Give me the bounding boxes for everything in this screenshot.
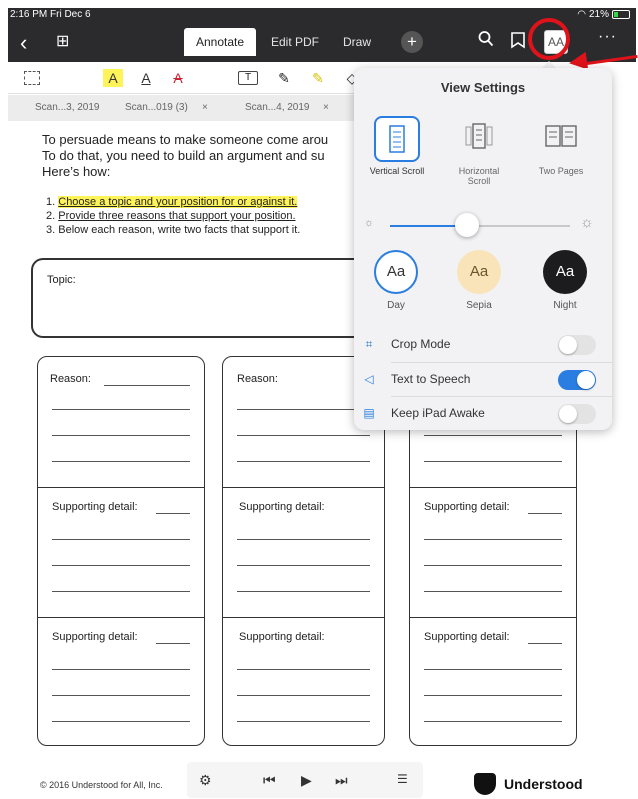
intro-line-1: To persuade means to make someone come a… (42, 132, 329, 147)
bookmark-icon[interactable] (510, 31, 526, 54)
doc-tab-1[interactable]: Scan...3, 2019 (35, 102, 100, 113)
supporting-detail-label: Supporting detail: (424, 631, 510, 643)
pen-icon[interactable]: ✎ (274, 69, 294, 87)
supporting-detail-label: Supporting detail: (424, 501, 510, 513)
vertical-scroll-icon (374, 116, 420, 162)
intro-line-2: To do that, you need to build an argumen… (42, 148, 325, 163)
doc-tab-2[interactable]: Scan...019 (3) (125, 102, 188, 113)
theme-sepia-swatch: Aa (457, 250, 501, 294)
speaker-icon: ◁ (364, 372, 374, 386)
brand-logo: Understood (474, 773, 583, 795)
crop-icon: ⌗ (365, 337, 373, 351)
document-tabs: Scan...3, 2019 Scan...019 (3) × Scan...4… (8, 95, 366, 121)
topic-box: Topic: (31, 258, 371, 338)
annotation-toolbar: A A A T ✎ ✎ ◇ (8, 62, 366, 94)
theme-night[interactable]: Aa Night (535, 250, 595, 311)
horizontal-scroll-option[interactable]: Horizontal Scroll (448, 116, 510, 186)
previous-track-icon[interactable]: ⏮ (263, 772, 276, 789)
supporting-detail-label: Supporting detail: (239, 501, 325, 513)
next-track-icon[interactable]: ⏭ (335, 772, 348, 789)
crop-mode-row: ⌗ Crop Mode (362, 328, 602, 362)
wifi-icon: ◠ (577, 9, 586, 20)
two-pages-label: Two Pages (538, 166, 584, 176)
intro-line-3: Here’s how: (42, 164, 111, 179)
theme-night-label: Night (553, 300, 577, 311)
battery-percent: 21% (588, 9, 609, 20)
text-to-speech-label: Text to Speech (391, 372, 471, 386)
strikethrough-text-icon[interactable]: A (168, 69, 188, 87)
step-number: 3. (46, 224, 56, 236)
supporting-detail-label: Supporting detail: (239, 631, 325, 643)
close-icon[interactable]: × (323, 102, 329, 113)
theme-night-swatch: Aa (543, 250, 587, 294)
annotation-circle (528, 18, 570, 60)
two-pages-icon (538, 116, 584, 162)
lasso-select-icon[interactable] (24, 71, 40, 85)
supporting-detail-label: Supporting detail: (52, 501, 138, 513)
play-icon[interactable]: ▶ (301, 772, 312, 789)
popover-title: View Settings (440, 80, 526, 95)
audio-player-bar: ⚙ ⏮ ▶ ⏭ ☰ (187, 762, 423, 798)
underline-text-icon[interactable]: A (136, 69, 156, 87)
theme-sepia-label: Sepia (466, 300, 492, 311)
topic-label: Topic: (47, 274, 76, 286)
tab-edit-pdf[interactable]: Edit PDF (264, 28, 326, 56)
list-icon[interactable]: ☰ (397, 772, 408, 786)
tab-draw[interactable]: Draw (334, 28, 380, 56)
settings-gear-icon[interactable]: ⚙ (199, 772, 212, 789)
reason-label: Reason: (237, 373, 278, 385)
intro-paragraph: To persuade means to make someone come a… (42, 132, 362, 180)
close-icon[interactable]: × (202, 102, 208, 113)
copyright-text: © 2016 Understood for All, Inc. (40, 780, 163, 790)
two-pages-option[interactable]: Two Pages (530, 116, 592, 176)
add-button[interactable]: + (401, 31, 423, 53)
keep-awake-row: ▤ Keep iPad Awake (362, 397, 602, 431)
supporting-detail-label: Supporting detail: (52, 631, 138, 643)
brightness-slider-track[interactable] (390, 225, 570, 227)
step-number: 2. (46, 210, 56, 222)
understood-logo-icon (474, 773, 496, 795)
steps-list: 1. Choose a topic and your position for … (46, 195, 300, 237)
search-icon[interactable] (478, 30, 494, 53)
text-to-speech-row: ◁ Text to Speech (362, 363, 602, 397)
step-1-text: Choose a topic and your position for or … (58, 196, 298, 208)
step-2-text: Provide three reasons that support your … (58, 210, 296, 222)
tab-annotate[interactable]: Annotate (184, 28, 256, 56)
doc-tab-3[interactable]: Scan...4, 2019 (245, 102, 310, 113)
theme-day-swatch: Aa (374, 250, 418, 294)
grid-icon[interactable]: ⊞ (56, 31, 69, 51)
text-to-speech-toggle[interactable] (558, 370, 596, 390)
horizontal-scroll-icon (456, 116, 502, 162)
theme-day[interactable]: Aa Day (366, 250, 426, 311)
more-icon[interactable]: ··· (598, 28, 617, 46)
brightness-high-icon: ☼ (580, 214, 594, 231)
vertical-scroll-label: Vertical Scroll (369, 166, 425, 176)
keep-awake-toggle[interactable] (558, 404, 596, 424)
keep-awake-label: Keep iPad Awake (391, 406, 485, 420)
text-box-icon[interactable]: T (238, 71, 258, 85)
battery-icon (612, 10, 630, 19)
crop-mode-label: Crop Mode (391, 337, 451, 351)
status-time: 2:16 PM Fri Dec 6 (10, 9, 91, 20)
reason-label: Reason: (50, 373, 91, 385)
reason-column-1: Reason: Supporting detail: Supporting de… (37, 356, 205, 746)
step-number: 1. (46, 196, 56, 208)
theme-sepia[interactable]: Aa Sepia (449, 250, 509, 311)
back-icon[interactable]: ‹ (20, 30, 27, 56)
highlighter-icon[interactable]: ✎ (308, 69, 328, 87)
brand-name: Understood (504, 776, 583, 792)
vertical-scroll-option[interactable]: Vertical Scroll (366, 116, 428, 176)
brightness-low-icon: ☼ (364, 217, 375, 229)
device-icon: ▤ (363, 406, 375, 420)
battery-indicator: ◠ 21% (577, 9, 630, 20)
step-3-text: Below each reason, write two facts that … (58, 224, 301, 236)
brightness-slider-knob[interactable] (455, 213, 480, 237)
highlighter-text-icon[interactable]: A (103, 69, 123, 87)
view-settings-popover: View Settings Vertical Scroll Horizontal… (354, 68, 612, 430)
crop-mode-toggle[interactable] (558, 335, 596, 355)
horizontal-scroll-label: Horizontal Scroll (458, 166, 500, 186)
theme-day-label: Day (387, 300, 405, 311)
